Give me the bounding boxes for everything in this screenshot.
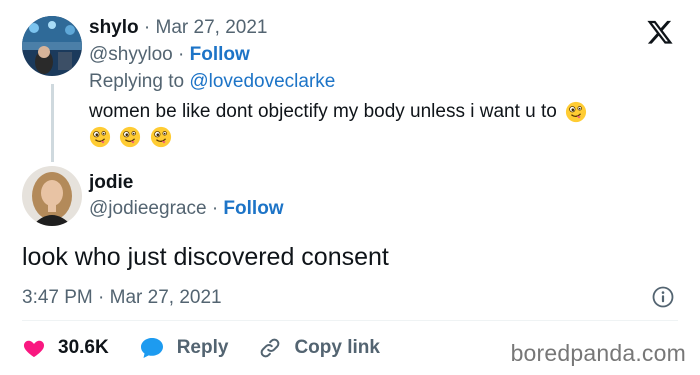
reply-display-name[interactable]: shylo [89, 17, 139, 38]
like-count: 30.6K [58, 337, 109, 358]
speech-bubble-icon [140, 338, 163, 358]
avatar-shylo[interactable] [22, 16, 82, 76]
reply-handle[interactable]: @shyyloo [89, 44, 173, 65]
info-icon[interactable] [651, 285, 675, 309]
replying-to-line: Replying to @lovedoveclarke [89, 71, 335, 93]
quote-display-name[interactable]: jodie [89, 172, 133, 194]
avatar-jodie-image [22, 166, 82, 226]
copy-link-label: Copy link [294, 337, 380, 358]
thread-connector-line [51, 84, 54, 162]
main-tweet-text: look who just discovered consent [22, 243, 389, 271]
reply-button[interactable]: Reply [139, 336, 229, 360]
zany-face-emoji-icon [89, 126, 111, 148]
heart-icon [23, 340, 45, 357]
tweet-timestamp[interactable]: 3:47 PM · Mar 27, 2021 [22, 287, 222, 309]
reply-text: women be like dont objectify my body unl… [89, 101, 557, 123]
reply-label: Reply [176, 337, 229, 358]
quote-follow-button[interactable]: Follow [223, 198, 283, 219]
replying-to-prefix: Replying to [89, 71, 185, 92]
reply-handle-line: @shyyloo · Follow [89, 44, 250, 66]
quote-handle-line: @jodieegrace · Follow [89, 198, 284, 220]
avatar-jodie[interactable] [22, 166, 82, 226]
reply-handle-separator: · [178, 44, 185, 65]
reply-follow-button[interactable]: Follow [190, 44, 250, 65]
avatar-shylo-image [22, 16, 82, 76]
tweet-time-separator: · [98, 287, 105, 308]
action-bar: 30.6K Reply Copy link [22, 334, 410, 362]
tweet-date: Mar 27, 2021 [109, 287, 222, 308]
replying-to-handle[interactable]: @lovedoveclarke [189, 71, 335, 92]
watermark: boredpanda.com [510, 340, 686, 366]
reply-emoji-row [86, 126, 172, 148]
copy-link-button[interactable]: Copy link [258, 336, 380, 360]
like-button[interactable]: 30.6K [22, 336, 109, 360]
zany-face-emoji-icon [150, 126, 171, 148]
quote-handle-separator: · [211, 198, 219, 219]
reply-separator: · [143, 17, 151, 38]
divider [22, 320, 678, 321]
reply-text-line: women be like dont objectify my body unl… [89, 101, 587, 123]
zany-face-emoji-icon [120, 126, 141, 148]
reply-date[interactable]: Mar 27, 2021 [156, 17, 268, 38]
zany-face-emoji-icon [566, 101, 587, 123]
x-logo-icon[interactable] [646, 18, 674, 46]
reply-author-line: shylo · Mar 27, 2021 [89, 17, 267, 39]
quote-handle[interactable]: @jodieegrace [89, 198, 207, 219]
tweet-time: 3:47 PM [22, 287, 93, 308]
link-icon [261, 338, 280, 358]
